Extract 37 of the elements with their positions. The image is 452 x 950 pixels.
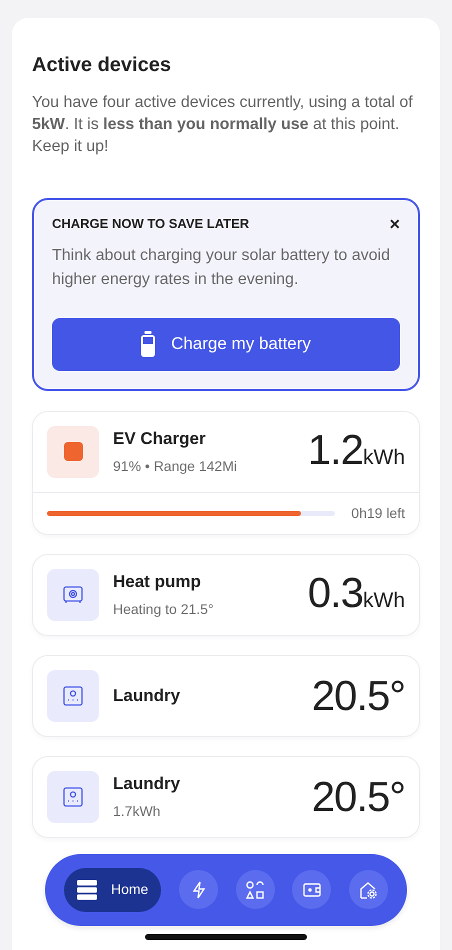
device-card[interactable]: Heat pump Heating to 21.5° 0.3kWh xyxy=(32,554,420,636)
house-gear-icon xyxy=(358,880,378,900)
device-reading: 1.2 xyxy=(308,429,363,472)
stack-icon xyxy=(77,880,97,900)
device-reading: 20.5° xyxy=(312,674,405,716)
washer-icon xyxy=(47,670,99,722)
device-name: Laundry xyxy=(113,684,182,707)
shapes-icon xyxy=(245,880,266,900)
charger-icon xyxy=(47,426,99,478)
heater-icon xyxy=(47,568,99,620)
nav-tab[interactable]: Home xyxy=(64,868,162,912)
nav-tab[interactable] xyxy=(179,870,218,909)
device-reading: 0.3 xyxy=(308,572,363,614)
nav-tab[interactable] xyxy=(292,870,332,909)
unit-label: kWh xyxy=(363,588,405,614)
device-card[interactable]: Laundry 20.5° xyxy=(32,654,420,736)
time-remaining: 0h19 left xyxy=(351,504,405,522)
device-name: Laundry xyxy=(113,773,182,796)
device-name: EV Charger xyxy=(113,428,207,450)
nav-tab[interactable] xyxy=(348,870,388,909)
device-detail: 91% • Range 142Mi xyxy=(113,456,238,476)
nav-tab[interactable] xyxy=(236,870,275,909)
device-card[interactable]: EV Charger 91% • Range 142Mi 1.2kWh 0h19 left xyxy=(32,410,420,534)
page-heading: Active devices xyxy=(32,53,172,78)
summary-text: You have four active devices currently, using a total of 5kW. It is less than you normally use at this point. Keep it up! xyxy=(32,93,414,157)
device-name: Heat pump xyxy=(113,571,202,594)
device-detail: 1.7kWh xyxy=(113,802,162,821)
close-button[interactable]: × xyxy=(389,214,400,233)
battery-icon xyxy=(141,331,156,357)
charge-button[interactable]: Charge my battery xyxy=(52,318,400,370)
unit-label: kWh xyxy=(363,445,405,472)
banner-message: Think about charging your solar battery to avoid higher energy rates in the evening. xyxy=(52,246,391,290)
device-reading: 20.5° xyxy=(312,776,405,818)
banner-title: CHARGE NOW TO SAVE LATER xyxy=(52,215,250,233)
device-card[interactable]: Laundry 1.7kWh 20.5° xyxy=(32,756,420,838)
washer-icon xyxy=(47,770,99,822)
device-detail: Heating to 21.5° xyxy=(113,600,215,619)
